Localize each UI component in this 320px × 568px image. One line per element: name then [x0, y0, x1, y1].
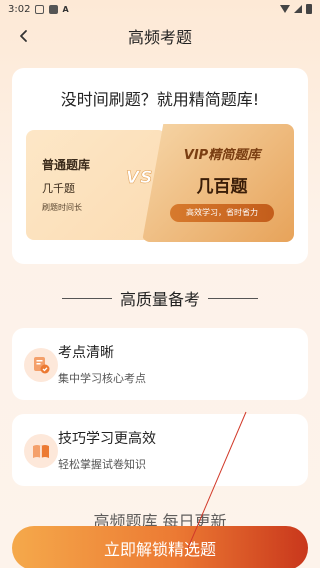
status-time: 3:02 [8, 3, 31, 15]
section-header: 高质量备考 [0, 286, 320, 310]
feature-desc: 集中学习核心考点 [58, 372, 146, 385]
vs-label: VS [126, 168, 154, 189]
status-bar: 3:02 A [0, 0, 320, 18]
document-check-icon [24, 348, 58, 382]
vip-bank-name: VIP精简题库 [183, 148, 261, 163]
chevron-left-icon [20, 30, 27, 42]
page-title: 高频考题 [127, 28, 192, 47]
feature-title: 技巧学习更高效 [58, 431, 156, 447]
divider-right [208, 297, 258, 299]
signal-icon [294, 5, 302, 13]
vip-badge: 高效学习，省时省力 [170, 204, 274, 222]
app-notification-icon [49, 4, 59, 14]
divider-left [61, 297, 112, 299]
back-button[interactable] [10, 22, 38, 50]
basic-bank-count: 几千题 [42, 182, 75, 195]
comparison-card: 没时间刷题？就用精简题库! 普通题库 几千题 刷题时间长 VS VIP精简题库 … [12, 68, 308, 264]
hero-headline: 没时间刷题？就用精简题库! [60, 90, 260, 109]
battery-icon [306, 4, 312, 14]
feature-card-techniques: 技巧学习更高效 轻松掌握试卷知识 [12, 414, 308, 486]
book-icon [24, 434, 58, 468]
basic-bank-note: 刷题时间长 [42, 203, 82, 212]
nav-bar: 高频考题 [0, 18, 320, 54]
unlock-button[interactable]: 立即解锁精选题 [12, 526, 308, 568]
wifi-icon [280, 5, 290, 13]
notification-icon [35, 4, 45, 14]
feature-desc: 轻松掌握试卷知识 [58, 458, 146, 471]
feature-card-key-points: 考点清晰 集中学习核心考点 [12, 328, 308, 400]
feature-title: 考点清晰 [58, 345, 114, 361]
app-letter-icon: A [62, 4, 69, 14]
status-icons [280, 4, 312, 14]
basic-bank-name: 普通题库 [42, 158, 91, 172]
vip-bank-count: 几百题 [196, 177, 248, 197]
section-title: 高质量备考 [119, 290, 200, 309]
